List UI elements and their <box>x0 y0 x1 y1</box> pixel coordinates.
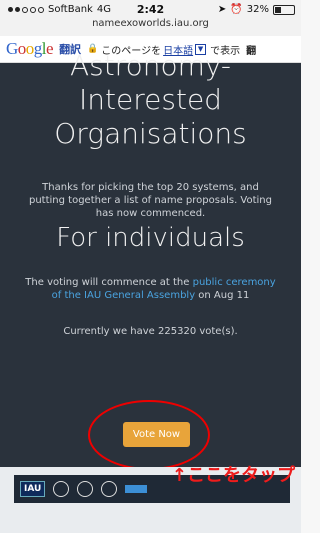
intro-text: Thanks for picking the top 20 systems, a… <box>28 182 272 219</box>
battery-icon <box>273 4 295 15</box>
url-label[interactable]: nameexoworlds.iau.org <box>0 18 301 29</box>
voting-text: The voting will commence at the public c… <box>25 277 276 301</box>
individuals-heading: For individuals <box>56 223 245 253</box>
battery-percent: 32% <box>246 4 269 15</box>
main-content: Astronomy- Interested Organisations Than… <box>0 49 301 467</box>
tap-here-annotation: ↑ここをタップ <box>171 465 295 486</box>
vote-now-button[interactable]: Vote Now <box>123 422 190 447</box>
sponsor-logo-3 <box>101 481 118 497</box>
alarm-icon: ⏰ <box>230 4 243 15</box>
vote-count-text: Currently we have 225320 vote(s). <box>63 326 238 337</box>
sponsor-logo-1 <box>53 481 70 497</box>
sponsor-logo-2 <box>77 481 94 497</box>
iau-logo[interactable]: IAU <box>20 481 46 497</box>
sponsor-logo-4 <box>125 485 148 493</box>
location-icon: ➤ <box>217 4 227 15</box>
status-bar: SoftBank 4G 2:42 nameexoworlds.iau.org ➤… <box>0 0 301 36</box>
page-heading: Astronomy- Interested Organisations <box>54 49 247 150</box>
screen: SoftBank 4G 2:42 nameexoworlds.iau.org ➤… <box>0 0 301 533</box>
